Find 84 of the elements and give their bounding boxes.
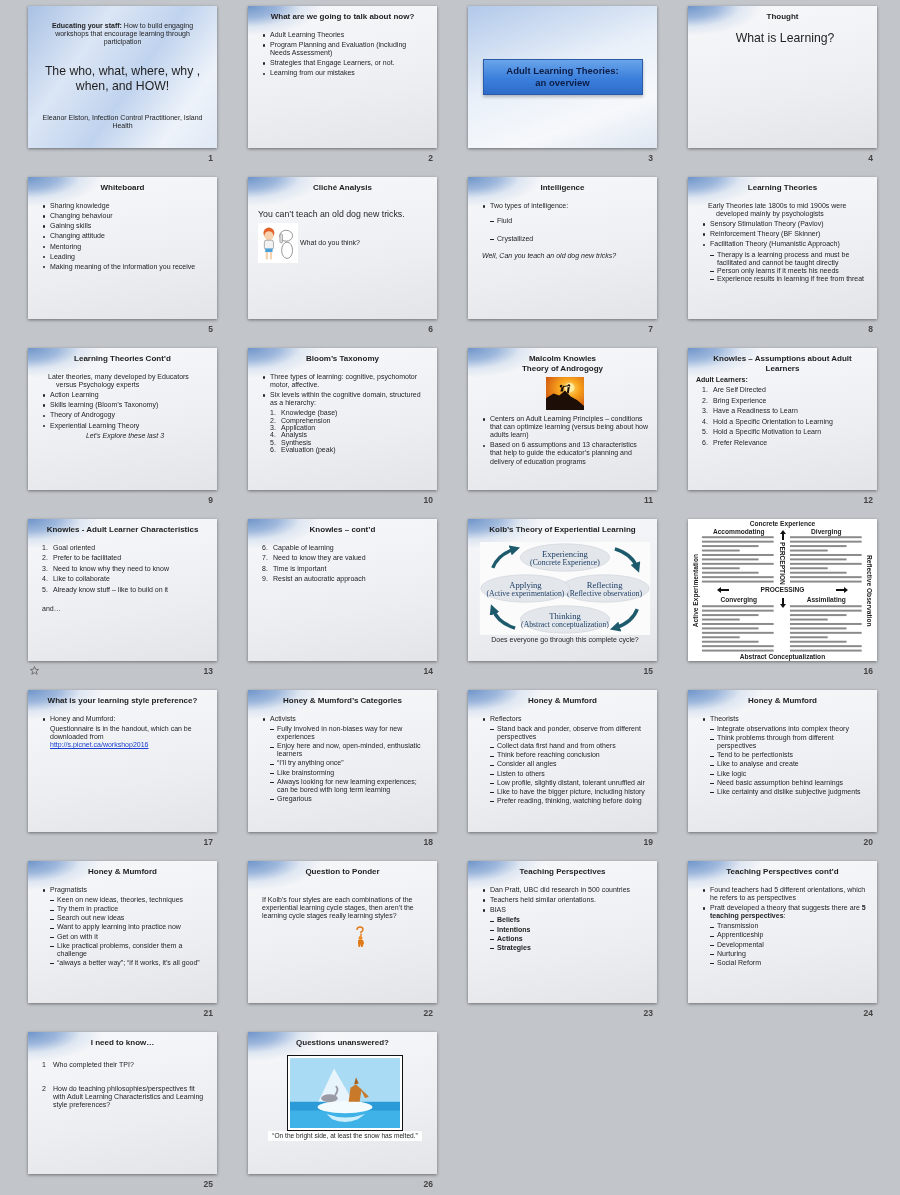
slide-title: Honey & Mumford bbox=[528, 696, 597, 706]
stage-subtitle: (Active experimentation) bbox=[486, 589, 565, 599]
slide-title: Questions unanswered? bbox=[296, 1038, 389, 1048]
slide-thumbnail[interactable] bbox=[468, 519, 657, 661]
slide-thumbnail[interactable]: Adult Learning Theories: an overview bbox=[468, 6, 657, 148]
slide-title: Honey & Mumford bbox=[748, 696, 817, 706]
cycle-arrow bbox=[614, 547, 640, 573]
slide-number: 4 bbox=[868, 153, 874, 163]
slide-number: 13 bbox=[203, 666, 214, 676]
stage-name: Applying bbox=[509, 579, 542, 590]
slide-thumbnail[interactable] bbox=[248, 348, 437, 490]
slide-title: What is your learning style preference? bbox=[47, 696, 198, 706]
stage-subtitle: (Abstract conceptualization) bbox=[521, 620, 609, 630]
slide-number: 7 bbox=[648, 324, 654, 334]
slide-number: 26 bbox=[423, 1179, 434, 1189]
slide-title: Kolb’s Theory of Experiential Learning bbox=[489, 525, 636, 535]
stage-subtitle: (Reflective observation) bbox=[567, 589, 643, 599]
cycle-arrow bbox=[491, 545, 520, 569]
slide-number: 17 bbox=[203, 837, 214, 847]
cycle-arrow bbox=[490, 604, 516, 630]
slide-thumbnail[interactable]: Thought What is Learning? bbox=[688, 6, 877, 148]
headline-text: The who, what, where, why , when, and HOW! bbox=[43, 63, 202, 95]
slide-number: 2 bbox=[428, 153, 434, 163]
slide-thumbnail[interactable] bbox=[688, 861, 877, 1003]
cycle-arrow bbox=[610, 608, 639, 632]
slide-title: Question to Ponder bbox=[305, 867, 380, 877]
slide-thumbnail[interactable] bbox=[28, 348, 217, 490]
slide-title: Teaching Perspectives cont’d bbox=[726, 867, 839, 877]
slide-number: 12 bbox=[863, 495, 874, 505]
slide-thumbnail[interactable] bbox=[248, 690, 437, 832]
slide-title: What are we going to talk about now? bbox=[270, 12, 415, 22]
slide-number: 16 bbox=[863, 666, 874, 676]
quote-text: You can’t teach an old dog new tricks. bbox=[258, 209, 406, 220]
slide-number: 20 bbox=[863, 837, 874, 847]
slide-number: 5 bbox=[208, 324, 214, 334]
slide-number: 11 bbox=[644, 495, 654, 505]
slide-number: 9 bbox=[208, 495, 214, 505]
slide-title: Learning Theories Cont’d bbox=[74, 354, 171, 364]
arrow-icon bbox=[716, 587, 729, 594]
slide-number: 14 bbox=[423, 666, 434, 676]
slide-title: Intelligence bbox=[540, 183, 585, 193]
arrow-icon bbox=[836, 587, 849, 594]
slide-title: Knowles – cont’d bbox=[309, 525, 376, 535]
slide-thumbnail[interactable] bbox=[28, 6, 217, 148]
slide-number: 10 bbox=[423, 495, 434, 505]
headline-text: What is Learning? bbox=[734, 31, 836, 47]
slide-title: Whiteboard bbox=[100, 183, 145, 193]
title-banner: Adult Learning Theories: an overview bbox=[482, 58, 643, 96]
slide-number: 1 bbox=[208, 153, 214, 163]
person-question-icon bbox=[353, 926, 367, 948]
slide-thumbnail[interactable] bbox=[468, 690, 657, 832]
stage-subtitle: (Concrete Experience) bbox=[530, 558, 600, 568]
slide-number: 8 bbox=[868, 324, 874, 334]
slide-number: 18 bbox=[423, 837, 434, 847]
slide-number: 6 bbox=[428, 324, 434, 334]
slide-thumbnail[interactable] bbox=[688, 690, 877, 832]
slide-thumbnail[interactable] bbox=[468, 348, 657, 490]
slide-number: 21 bbox=[203, 1008, 214, 1018]
stage-name: Thinking bbox=[549, 610, 581, 621]
arrow-icon bbox=[779, 598, 786, 609]
slide-thumbnail[interactable] bbox=[28, 861, 217, 1003]
slide-title: Cliché Analysis bbox=[313, 183, 372, 193]
slide-title: Bloom’s Taxonomy bbox=[306, 354, 379, 364]
slide-title: Knowles - Adult Learner Characteristics bbox=[46, 525, 199, 535]
slide-title: I need to know… bbox=[90, 1038, 155, 1048]
slide-thumbnail[interactable] bbox=[688, 348, 877, 490]
slide-number: 24 bbox=[863, 1008, 874, 1018]
slide-number: 22 bbox=[423, 1008, 434, 1018]
slide-number: 25 bbox=[203, 1179, 214, 1189]
slide-title: Learning Theories bbox=[747, 183, 818, 193]
slide-number: 3 bbox=[648, 153, 654, 163]
slide-number: 15 bbox=[643, 666, 654, 676]
slide-number: 19 bbox=[643, 837, 654, 847]
slide-title: Malcolm Knowles Theory of Androgogy bbox=[522, 354, 603, 374]
slide-title: Teaching Perspectives bbox=[519, 867, 606, 877]
slide-title: Thought bbox=[766, 12, 799, 22]
slide-title: Honey & Mumford bbox=[88, 867, 157, 877]
slide-title: Honey & Mumford’s Categories bbox=[283, 696, 402, 706]
stage-name: Reflecting bbox=[586, 579, 623, 590]
arrow-icon bbox=[779, 529, 786, 540]
slide-number: 23 bbox=[643, 1008, 654, 1018]
slide-title: Knowles – Assumptions about Adult Learners bbox=[712, 354, 853, 374]
slide-thumbnail[interactable] bbox=[688, 177, 877, 319]
stage-name: Experiencing bbox=[542, 548, 588, 559]
